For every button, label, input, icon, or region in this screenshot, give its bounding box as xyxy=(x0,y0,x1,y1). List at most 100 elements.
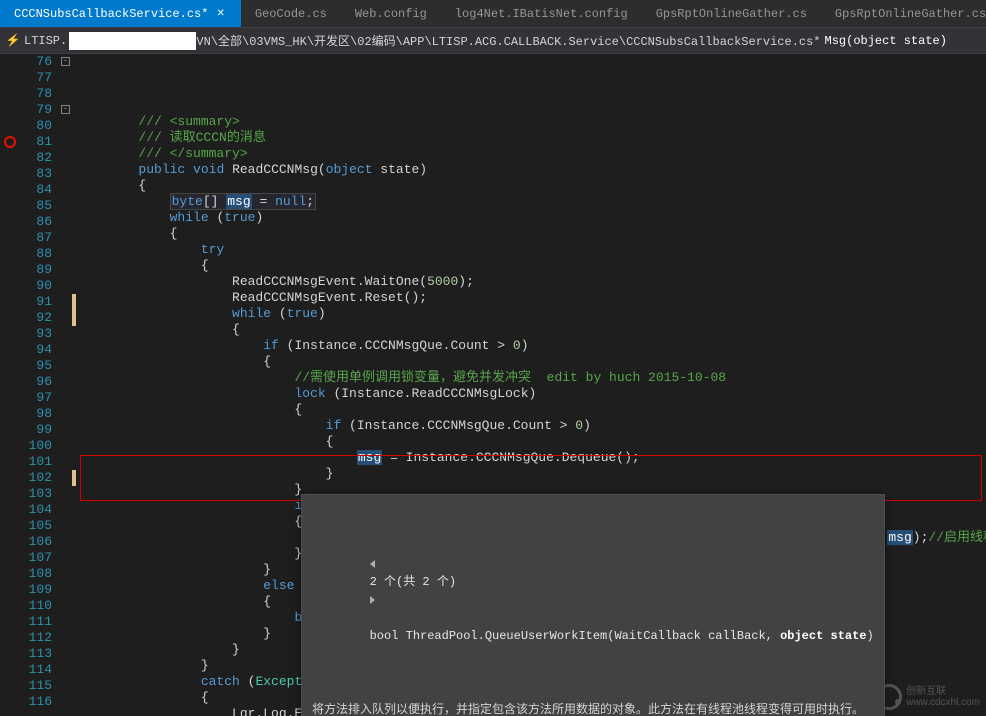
signature-help-tooltip: 2 个(共 2 个) bool ThreadPool.QueueUserWork… xyxy=(301,494,885,716)
line-number: 90 xyxy=(20,278,52,294)
code-line[interactable]: while (true) xyxy=(76,306,986,322)
line-number: 102 xyxy=(20,470,52,486)
line-number: 79 xyxy=(20,102,52,118)
tab-label: Web.config xyxy=(355,7,427,21)
signature-current-param: object state xyxy=(780,629,866,643)
line-number: 109 xyxy=(20,582,52,598)
watermark-line1: 创新互联 xyxy=(906,686,980,697)
line-number: 95 xyxy=(20,358,52,374)
code-line[interactable]: while (true) xyxy=(76,210,986,226)
line-number: 83 xyxy=(20,166,52,182)
tab-3[interactable]: log4Net.IBatisNet.config xyxy=(441,0,642,27)
breadcrumb-method[interactable]: Msg(object state) xyxy=(825,34,947,48)
tab-bar: CCCNSubsCallbackService.cs* ✕ GeoCode.cs We… xyxy=(0,0,986,28)
code-line[interactable]: { xyxy=(76,402,986,418)
line-number: 85 xyxy=(20,198,52,214)
line-number: 115 xyxy=(20,678,52,694)
code-line[interactable]: //需使用单例调用锁变量，避免并发冲突 edit by huch 2015-10… xyxy=(76,370,986,386)
code-line[interactable]: { xyxy=(76,226,986,242)
code-line[interactable]: { xyxy=(76,354,986,370)
code-line[interactable]: ReadCCCNMsgEvent.Reset(); xyxy=(76,290,986,306)
line-number: 104 xyxy=(20,502,52,518)
signature-suffix: ) xyxy=(867,629,874,643)
code-line[interactable]: { xyxy=(76,434,986,450)
tab-4[interactable]: GpsRptOnlineGather.cs xyxy=(642,0,821,27)
tab-5[interactable]: GpsRptOnlineGather.cs xyxy=(821,0,986,27)
breakpoint-icon[interactable] xyxy=(4,136,16,148)
tab-2[interactable]: Web.config xyxy=(341,0,441,27)
line-number: 111 xyxy=(20,614,52,630)
nav-prev-icon[interactable] xyxy=(370,560,375,568)
line-number: 112 xyxy=(20,630,52,646)
line-number: 105 xyxy=(20,518,52,534)
line-number: 110 xyxy=(20,598,52,614)
tab-0[interactable]: CCCNSubsCallbackService.cs* ✕ xyxy=(0,0,241,27)
fold-toggle-icon[interactable]: - xyxy=(61,105,70,114)
code-line[interactable]: } xyxy=(76,466,986,482)
code-line[interactable]: public void ReadCCCNMsg(object state) xyxy=(76,162,986,178)
code-editor[interactable]: 7677787980818283848586878889909192939495… xyxy=(0,54,986,716)
line-number: 86 xyxy=(20,214,52,230)
line-number: 113 xyxy=(20,646,52,662)
code-line[interactable]: { xyxy=(76,258,986,274)
code-line[interactable]: /// <summary> xyxy=(76,114,986,130)
line-number: 80 xyxy=(20,118,52,134)
tab-label: GpsRptOnlineGather.cs xyxy=(835,7,986,21)
line-number: 92 xyxy=(20,310,52,326)
breadcrumb-path: VN\全部\03VMS_HK\开发区\02编码\APP\LTISP.ACG.CA… xyxy=(196,32,820,49)
code-line[interactable]: try xyxy=(76,242,986,258)
line-number: 89 xyxy=(20,262,52,278)
line-number: 84 xyxy=(20,182,52,198)
line-number: 116 xyxy=(20,694,52,710)
code-line[interactable]: { xyxy=(76,322,986,338)
breadcrumb-file: LTISP. xyxy=(24,34,67,48)
breakpoint-gutter[interactable] xyxy=(0,54,20,716)
breadcrumb: ⚡ LTISP. VN\全部\03VMS_HK\开发区\02编码\APP\LTI… xyxy=(0,28,986,54)
line-number: 76 xyxy=(20,54,52,70)
fold-column[interactable]: -- xyxy=(60,54,72,716)
line-number: 106 xyxy=(20,534,52,550)
line-number: 108 xyxy=(20,566,52,582)
line-number: 88 xyxy=(20,246,52,262)
nav-next-icon[interactable] xyxy=(370,596,375,604)
code-line[interactable]: msg = Instance.CCCNMsgQue.Dequeue(); xyxy=(76,450,986,466)
signature-description: 将方法排入队列以便执行，并指定包含该方法所用数据的对象。此方法在有线程池线程变得… xyxy=(312,701,874,716)
line-number: 100 xyxy=(20,438,52,454)
line-number: 114 xyxy=(20,662,52,678)
code-area[interactable]: /// <summary> /// 读取CCCN的消息 /// </summar… xyxy=(76,54,986,716)
line-number: 93 xyxy=(20,326,52,342)
line-number: 96 xyxy=(20,374,52,390)
fold-toggle-icon[interactable]: - xyxy=(61,57,70,66)
tab-label: GpsRptOnlineGather.cs xyxy=(656,7,807,21)
code-line[interactable]: ReadCCCNMsgEvent.WaitOne(5000); xyxy=(76,274,986,290)
line-number: 87 xyxy=(20,230,52,246)
code-line[interactable]: /// </summary> xyxy=(76,146,986,162)
tab-label: CCCNSubsCallbackService.cs* xyxy=(14,7,208,21)
tab-1[interactable]: GeoCode.cs xyxy=(241,0,341,27)
signature-prefix: bool ThreadPool.QueueUserWorkItem(WaitCa… xyxy=(370,629,780,643)
csharp-file-icon: ⚡ xyxy=(6,34,20,48)
breadcrumb-path-mask xyxy=(69,32,196,50)
code-line[interactable]: byte[] msg = null; xyxy=(76,194,986,210)
code-line[interactable]: if (Instance.CCCNMsgQue.Count > 0) xyxy=(76,338,986,354)
line-number: 98 xyxy=(20,406,52,422)
line-number: 77 xyxy=(20,70,52,86)
line-number: 97 xyxy=(20,390,52,406)
line-numbers: 7677787980818283848586878889909192939495… xyxy=(20,54,60,716)
watermark: 创新互联 www.cdcxhl.com xyxy=(876,684,980,710)
tab-label: GeoCode.cs xyxy=(255,7,327,21)
line-number: 94 xyxy=(20,342,52,358)
tab-label: log4Net.IBatisNet.config xyxy=(455,7,628,21)
code-line[interactable]: { xyxy=(76,178,986,194)
line-number: 81 xyxy=(20,134,52,150)
code-line[interactable]: if (Instance.CCCNMsgQue.Count > 0) xyxy=(76,418,986,434)
code-line[interactable]: /// 读取CCCN的消息 xyxy=(76,130,986,146)
line-number: 103 xyxy=(20,486,52,502)
watermark-line2: www.cdcxhl.com xyxy=(906,697,980,708)
line-number: 91 xyxy=(20,294,52,310)
line-number: 99 xyxy=(20,422,52,438)
close-icon[interactable]: ✕ xyxy=(214,8,226,20)
overload-count: 2 个(共 2 个) xyxy=(370,575,456,589)
line-number: 107 xyxy=(20,550,52,566)
code-line[interactable]: lock (Instance.ReadCCCNMsgLock) xyxy=(76,386,986,402)
